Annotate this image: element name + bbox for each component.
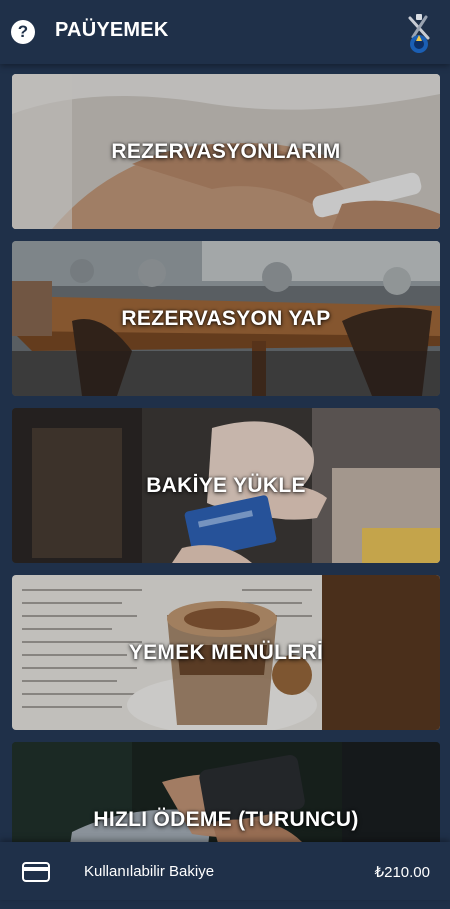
balance-label: Kullanılabilir Bakiye	[84, 863, 215, 880]
menu-card-label: BAKİYE YÜKLE	[146, 473, 306, 497]
menu-card-make-reservation[interactable]: REZERVASYON YAP	[12, 241, 440, 396]
menu-card-label: REZERVASYONLARIM	[111, 139, 341, 163]
menu-card-label: REZERVASYON YAP	[121, 306, 331, 330]
balance-value: ₺210.00	[374, 864, 430, 881]
question-circle-icon: ?	[17, 22, 29, 41]
credit-card-icon	[22, 862, 50, 882]
menu-card-food-menus[interactable]: YEMEK MENÜLERİ	[12, 575, 440, 730]
app-header: ? PAÜYEMEK	[0, 0, 450, 64]
menu-card-reservations[interactable]: REZERVASYONLARIM	[12, 74, 440, 229]
app-title: PAÜYEMEK	[55, 19, 169, 41]
menu-card-label: YEMEK MENÜLERİ	[128, 640, 324, 664]
menu-card-top-up[interactable]: BAKİYE YÜKLE	[12, 408, 440, 563]
balance-bar: Kullanılabilir Bakiye ₺210.00	[0, 842, 450, 900]
menu-list: REZERVASYONLARIM REZERVASYON YAP BAKİYE …	[12, 74, 440, 909]
pau-logo-icon	[408, 14, 430, 53]
menu-card-label: HIZLI ÖDEME (TURUNCU)	[93, 807, 359, 831]
help-button[interactable]: ?	[11, 20, 35, 44]
